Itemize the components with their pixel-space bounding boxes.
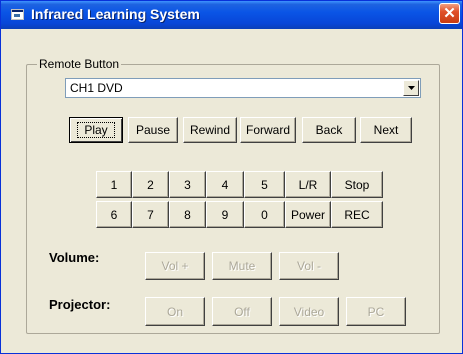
- key-8-button[interactable]: 8: [169, 201, 206, 228]
- projector-pc-button[interactable]: PC: [346, 297, 406, 326]
- stop-button[interactable]: Stop: [331, 171, 383, 198]
- power-button[interactable]: Power: [285, 201, 331, 228]
- projector-video-button[interactable]: Video: [279, 297, 339, 326]
- rewind-button[interactable]: Rewind: [183, 117, 237, 143]
- app-window: Infrared Learning System ✕ Remote Button…: [0, 0, 463, 354]
- remote-button-selected: CH1 DVD: [70, 81, 123, 95]
- remote-button-groupbox: [26, 64, 440, 334]
- volume-up-button[interactable]: Vol +: [145, 252, 205, 280]
- window-icon: [11, 9, 24, 20]
- key-1-button[interactable]: 1: [96, 171, 132, 198]
- back-button[interactable]: Back: [302, 117, 356, 143]
- key-6-button[interactable]: 6: [96, 201, 132, 228]
- forward-button[interactable]: Forward: [240, 117, 296, 143]
- left-right-button[interactable]: L/R: [285, 171, 331, 198]
- projector-on-button[interactable]: On: [145, 297, 205, 326]
- key-2-button[interactable]: 2: [132, 171, 169, 198]
- mute-button[interactable]: Mute: [212, 252, 272, 280]
- key-0-button[interactable]: 0: [244, 201, 285, 228]
- close-icon: ✕: [443, 5, 456, 22]
- key-5-button[interactable]: 5: [244, 171, 285, 198]
- remote-button-dropdown[interactable]: CH1 DVD: [65, 78, 421, 98]
- projector-off-button[interactable]: Off: [212, 297, 272, 326]
- title-bar[interactable]: Infrared Learning System ✕: [1, 1, 462, 29]
- dropdown-arrow-button[interactable]: [403, 80, 419, 96]
- projector-label: Projector:: [49, 297, 111, 312]
- next-button[interactable]: Next: [360, 117, 412, 143]
- close-button[interactable]: ✕: [439, 3, 460, 24]
- chevron-down-icon: [407, 86, 415, 90]
- volume-label: Volume:: [49, 250, 100, 265]
- key-9-button[interactable]: 9: [206, 201, 244, 228]
- remote-button-label: Remote Button: [37, 57, 122, 71]
- key-3-button[interactable]: 3: [169, 171, 206, 198]
- key-7-button[interactable]: 7: [132, 201, 169, 228]
- record-button[interactable]: REC: [331, 201, 383, 228]
- window-title: Infrared Learning System: [31, 6, 200, 22]
- key-4-button[interactable]: 4: [206, 171, 244, 198]
- pause-button[interactable]: Pause: [128, 117, 178, 143]
- volume-down-button[interactable]: Vol -: [279, 252, 339, 280]
- play-button[interactable]: Play: [69, 117, 123, 143]
